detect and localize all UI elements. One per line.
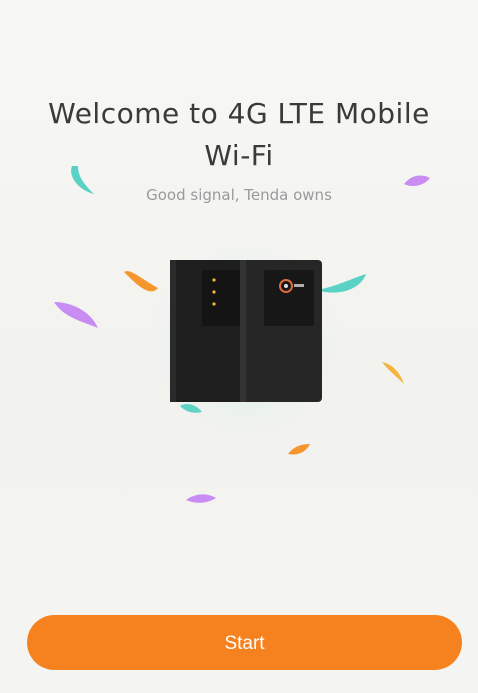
confetti-purple-piece (404, 175, 430, 186)
mobile-wifi-devices-illustration (170, 260, 322, 402)
mobile-wifi-device-left (170, 260, 248, 402)
confetti-yellow-piece (382, 362, 404, 384)
welcome-title-line-1: Welcome to 4G LTE Mobile (48, 97, 430, 130)
start-button[interactable]: Start (27, 615, 462, 670)
welcome-screen: Welcome to 4G LTE Mobile Wi-Fi Good sign… (0, 0, 478, 693)
mobile-wifi-device-right (240, 260, 322, 402)
confetti-orange-piece (288, 444, 310, 455)
confetti-purple-piece (186, 494, 216, 503)
confetti-teal-piece (71, 166, 94, 194)
confetti-purple-piece (54, 302, 98, 328)
